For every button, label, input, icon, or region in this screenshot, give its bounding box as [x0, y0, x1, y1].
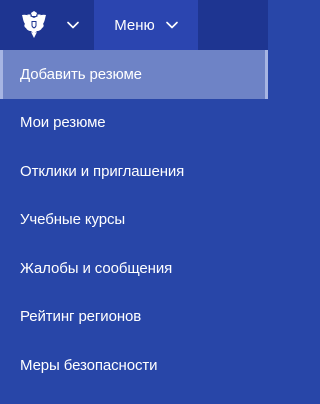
- dropdown-menu: Добавить резюме Мои резюме Отклики и при…: [0, 50, 268, 390]
- menu-dropdown-button[interactable]: Меню: [94, 0, 198, 50]
- menu-item-safety-measures[interactable]: Меры безопасности: [0, 341, 268, 390]
- coat-of-arms-icon: [22, 11, 46, 38]
- top-bar: Меню: [0, 0, 268, 50]
- menu-button-label: Меню: [114, 16, 155, 34]
- menu-item-label: Отклики и приглашения: [20, 162, 185, 180]
- menu-item-label: Учебные курсы: [20, 211, 126, 229]
- menu-item-my-resumes[interactable]: Мои резюме: [0, 99, 268, 148]
- menu-item-responses-invitations[interactable]: Отклики и приглашения: [0, 147, 268, 196]
- menu-item-label: Добавить резюме: [20, 65, 142, 83]
- chevron-down-icon: [165, 21, 178, 29]
- menu-item-label: Меры безопасности: [20, 356, 158, 374]
- menu-item-training-courses[interactable]: Учебные курсы: [0, 196, 268, 245]
- menu-item-add-resume[interactable]: Добавить резюме: [0, 50, 268, 99]
- menu-item-complaints-messages[interactable]: Жалобы и сообщения: [0, 244, 268, 293]
- emblem-dropdown-button[interactable]: [0, 0, 94, 50]
- menu-item-region-rating[interactable]: Рейтинг регионов: [0, 293, 268, 342]
- menu-item-label: Рейтинг регионов: [20, 308, 142, 326]
- menu-item-label: Жалобы и сообщения: [20, 259, 173, 277]
- menu-item-label: Мои резюме: [20, 114, 106, 132]
- chevron-down-icon: [67, 21, 79, 29]
